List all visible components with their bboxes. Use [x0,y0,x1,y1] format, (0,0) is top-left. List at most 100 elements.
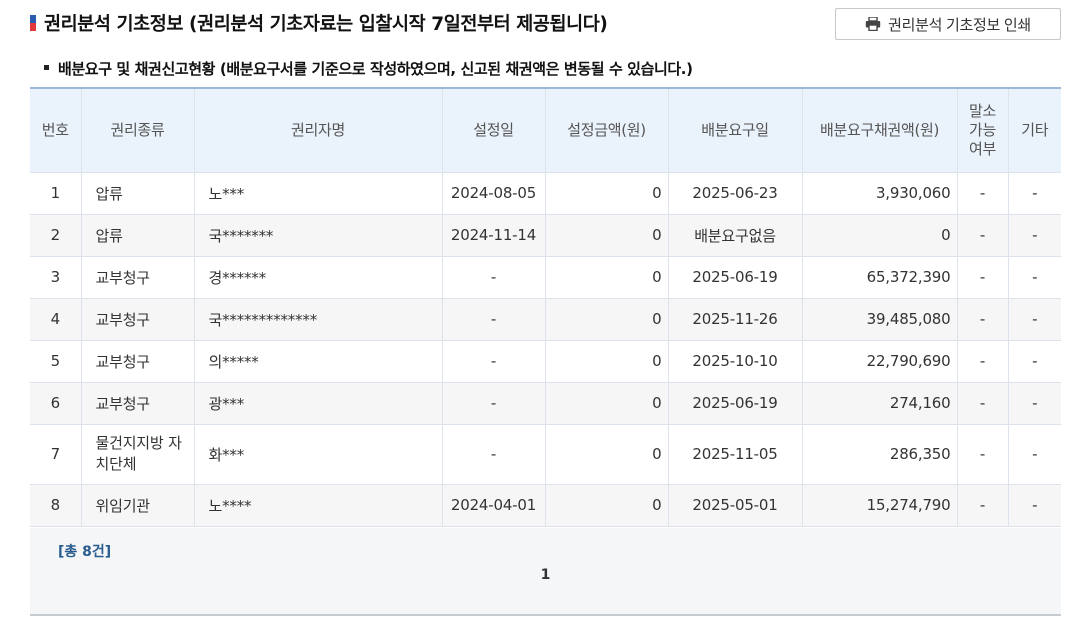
cell-holder: 경****** [193,255,443,299]
table-row: 1 압류 노*** 2024-08-05 0 2025-06-23 3,930,… [30,171,1061,215]
cell-set-amount: 0 [544,213,669,257]
col-header-set-date: 설정일 [441,87,546,173]
cell-no: 6 [30,381,82,425]
cell-cancel: - [956,423,1009,485]
cell-request-date: 2025-06-19 [667,381,803,425]
cell-cancel: - [956,171,1009,215]
cell-etc: - [1007,423,1061,485]
section-heading: 배분요구 및 채권신고현황 (배분요구서를 기준으로 작성하였으며, 신고된 채… [44,58,693,79]
cell-etc: - [1007,339,1061,383]
cell-claim-amount: 22,790,690 [801,339,958,383]
cell-claim-amount: 3,930,060 [801,171,958,215]
cell-cancel: - [956,297,1009,341]
cell-set-amount: 0 [544,423,669,485]
page-title: 권리분석 기초정보 (권리분석 기초자료는 입찰시작 7일전부터 제공됩니다) [44,14,608,35]
cell-request-date: 2025-10-10 [667,339,803,383]
cell-holder: 국******* [193,213,443,257]
section-heading-text: 배분요구 및 채권신고현황 (배분요구서를 기준으로 작성하였으며, 신고된 채… [58,60,693,78]
cell-set-amount: 0 [544,255,669,299]
cell-claim-amount: 65,372,390 [801,255,958,299]
cell-etc: - [1007,255,1061,299]
col-header-no: 번호 [30,87,82,173]
table-row: 8 위임기관 노**** 2024-04-01 0 2025-05-01 15,… [30,483,1061,527]
cell-kind: 위임기관 [80,483,195,527]
cell-claim-amount: 39,485,080 [801,297,958,341]
cell-request-date: 2025-05-01 [667,483,803,527]
cell-set-amount: 0 [544,339,669,383]
cell-no: 1 [30,171,82,215]
cell-set-amount: 0 [544,297,669,341]
table-row: 6 교부청구 광*** - 0 2025-06-19 274,160 - - [30,381,1061,425]
cell-holder: 국************* [193,297,443,341]
page-link-1[interactable]: 1 [30,567,1061,583]
print-button[interactable]: 권리분석 기초정보 인쇄 [835,8,1061,40]
cell-no: 2 [30,213,82,257]
cell-no: 4 [30,297,82,341]
cell-set-date: - [441,423,546,485]
cell-etc: - [1007,213,1061,257]
title-mark-icon [30,15,36,31]
cell-request-date: 2025-06-23 [667,171,803,215]
cell-cancel: - [956,381,1009,425]
cell-kind: 교부청구 [80,297,195,341]
cell-claim-amount: 0 [801,213,958,257]
col-header-holder: 권리자명 [193,87,443,173]
printer-icon [865,17,881,31]
cell-set-date: 2024-08-05 [441,171,546,215]
table-row: 3 교부청구 경****** - 0 2025-06-19 65,372,390… [30,255,1061,299]
cell-request-date: 2025-06-19 [667,255,803,299]
cell-cancel: - [956,255,1009,299]
cell-kind: 교부청구 [80,381,195,425]
table-row: 2 압류 국******* 2024-11-14 0 배분요구없음 0 - - [30,213,1061,257]
cell-kind: 교부청구 [80,255,195,299]
cell-kind: 물건지지방 자치단체 [80,423,195,485]
cell-kind: 압류 [80,213,195,257]
cell-request-date: 2025-11-05 [667,423,803,485]
cell-set-amount: 0 [544,483,669,527]
cell-cancel: - [956,339,1009,383]
cell-kind: 압류 [80,171,195,215]
cell-no: 3 [30,255,82,299]
bullet-icon [44,65,49,70]
cell-claim-amount: 286,350 [801,423,958,485]
cell-cancel: - [956,483,1009,527]
print-button-label: 권리분석 기초정보 인쇄 [888,16,1031,34]
cell-request-date: 2025-11-26 [667,297,803,341]
cell-holder: 광*** [193,381,443,425]
table-header-row: 번호 권리종류 권리자명 설정일 설정금액(원) 배분요구일 배분요구채권액(원… [30,87,1061,173]
cell-set-date: - [441,255,546,299]
cell-etc: - [1007,483,1061,527]
table-row: 4 교부청구 국************* - 0 2025-11-26 39,… [30,297,1061,341]
cell-set-date: - [441,339,546,383]
col-header-cancel: 말소 가능 여부 [956,87,1009,173]
cell-no: 8 [30,483,82,527]
title-bar: 권리분석 기초정보 (권리분석 기초자료는 입찰시작 7일전부터 제공됩니다) … [30,8,1061,40]
cell-set-amount: 0 [544,381,669,425]
cell-request-date: 배분요구없음 [667,213,803,257]
cell-holder: 의***** [193,339,443,383]
cell-set-date: - [441,381,546,425]
table-row: 7 물건지지방 자치단체 화*** - 0 2025-11-05 286,350… [30,423,1061,485]
cell-kind: 교부청구 [80,339,195,383]
table-row: 5 교부청구 의***** - 0 2025-10-10 22,790,690 … [30,339,1061,383]
col-header-set-amount: 설정금액(원) [544,87,669,173]
pagination-panel: [총 8건] 1 [30,528,1061,616]
col-header-etc: 기타 [1007,87,1061,173]
cell-set-date: - [441,297,546,341]
cell-holder: 노*** [193,171,443,215]
col-header-request-date: 배분요구일 [667,87,803,173]
cell-set-date: 2024-11-14 [441,213,546,257]
cell-holder: 화*** [193,423,443,485]
cell-holder: 노**** [193,483,443,527]
cell-claim-amount: 274,160 [801,381,958,425]
cell-no: 5 [30,339,82,383]
cell-claim-amount: 15,274,790 [801,483,958,527]
cell-set-date: 2024-04-01 [441,483,546,527]
cell-etc: - [1007,171,1061,215]
cell-set-amount: 0 [544,171,669,215]
cell-etc: - [1007,297,1061,341]
cell-etc: - [1007,381,1061,425]
col-header-kind: 권리종류 [80,87,195,173]
cell-no: 7 [30,423,82,485]
col-header-claim-amount: 배분요구채권액(원) [801,87,958,173]
